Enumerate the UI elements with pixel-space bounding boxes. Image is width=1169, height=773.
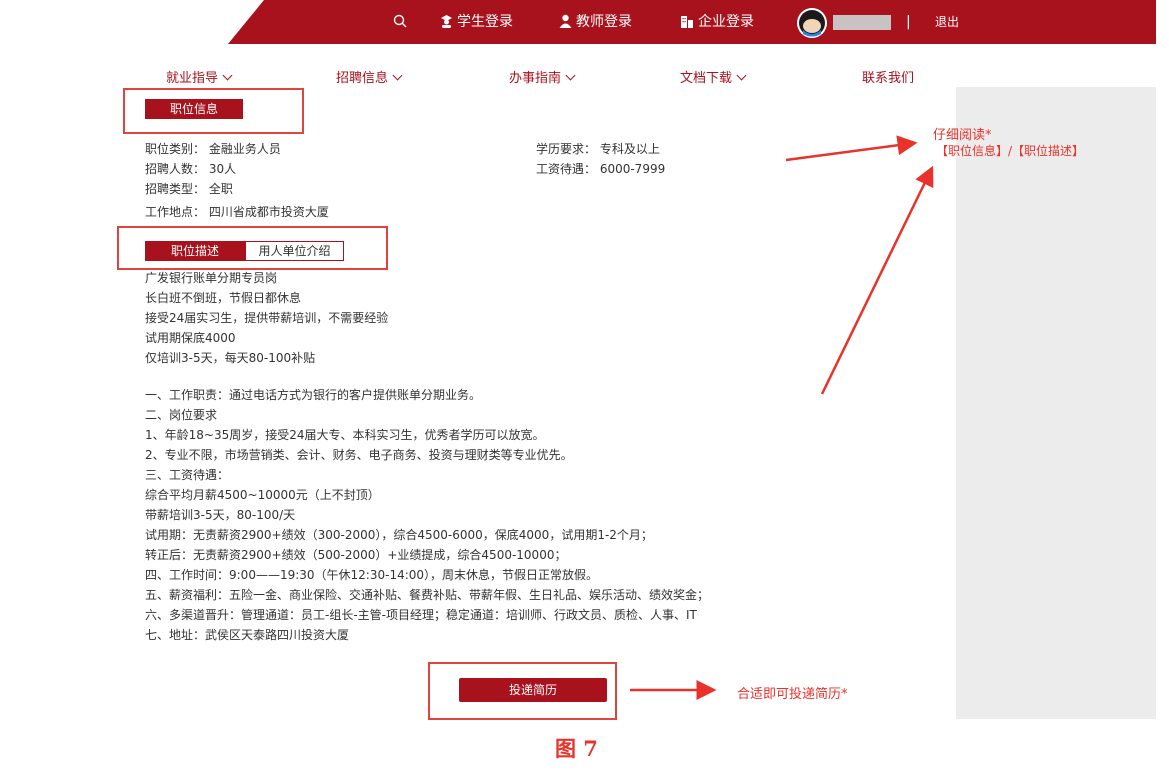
figure-caption: 图 7 xyxy=(555,736,598,761)
annotation-read-targets: 【职位信息】/【职位描述】 xyxy=(936,144,1085,158)
annotation-arrows xyxy=(630,135,934,700)
arrow-to-read-note xyxy=(785,135,918,162)
annotation-apply-hint: 合适即可投递简历* xyxy=(737,687,848,702)
arrow-from-tabs-note xyxy=(820,165,934,395)
annotation-read-carefully: 仔细阅读* xyxy=(933,128,992,143)
